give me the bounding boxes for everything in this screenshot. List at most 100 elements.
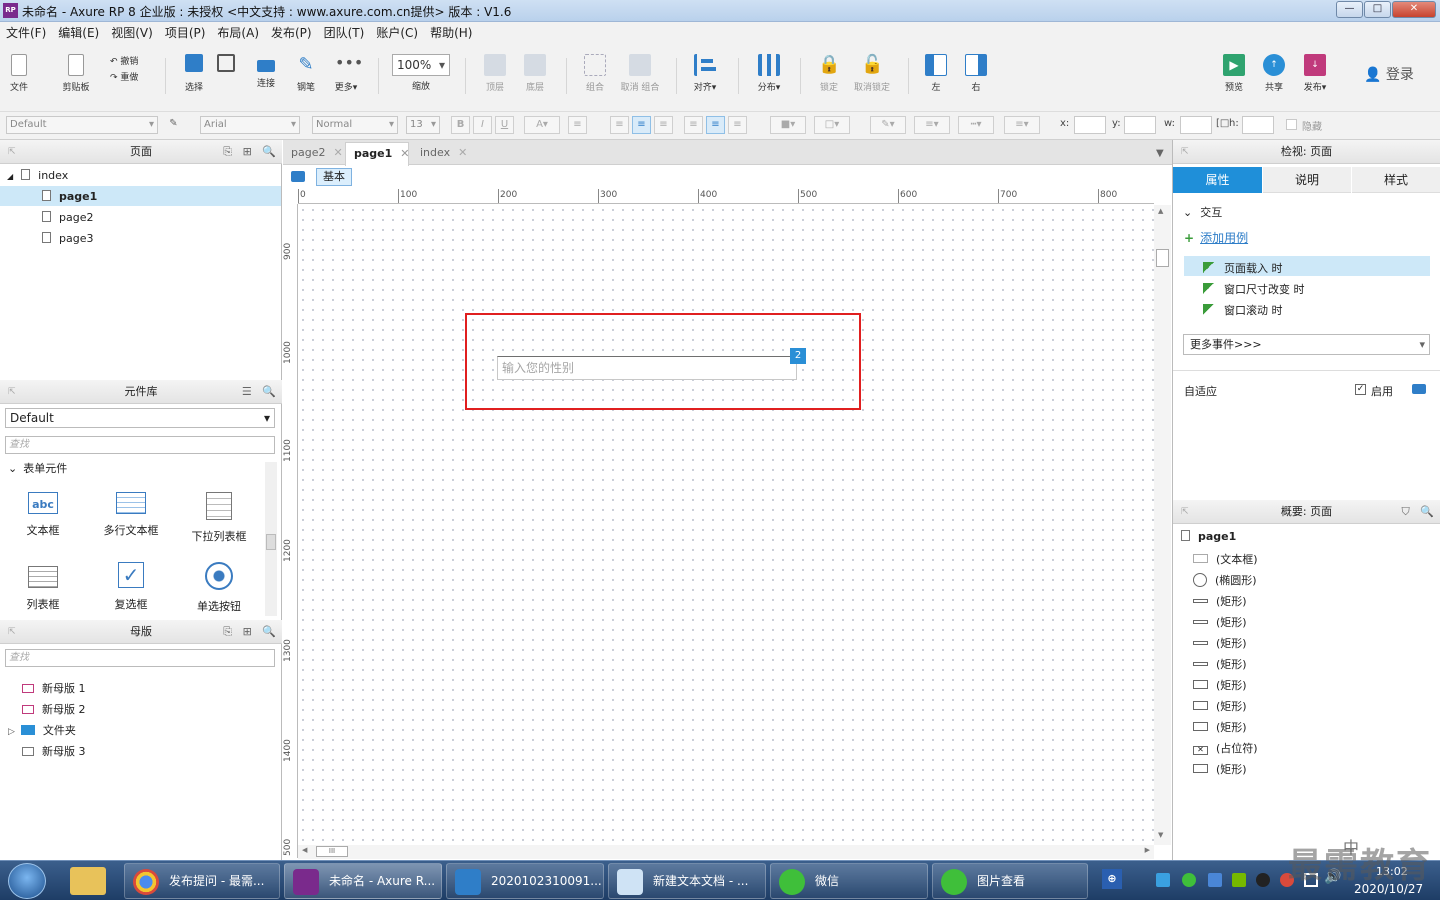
scroll-right-icon[interactable]: ▶: [1145, 846, 1150, 854]
bold-icon[interactable]: B: [451, 116, 470, 134]
file-explorer-icon[interactable]: [70, 867, 106, 895]
collapse-icon[interactable]: ◢: [7, 172, 13, 181]
tray-wechat-icon[interactable]: [1182, 873, 1196, 887]
outline-item[interactable]: (矩形): [1193, 761, 1247, 777]
menu-edit[interactable]: 编辑(E): [52, 22, 105, 44]
scroll-down-icon[interactable]: ▼: [1158, 831, 1163, 839]
search-icon[interactable]: 🔍: [1420, 505, 1434, 518]
select-contained-button[interactable]: [215, 54, 237, 72]
form-widgets-section[interactable]: ⌄ 表单元件: [8, 460, 67, 476]
h-input[interactable]: [1242, 116, 1274, 134]
close-icon[interactable]: ✕: [458, 146, 467, 159]
x-input[interactable]: [1074, 116, 1106, 134]
outline-item[interactable]: (椭圆形): [1193, 572, 1257, 588]
maximize-button[interactable]: □: [1364, 1, 1391, 18]
page-item-page1[interactable]: page1: [42, 190, 97, 203]
publish-button[interactable]: ↓ 发布▾: [1298, 54, 1332, 93]
add-case-link[interactable]: + 添加用例: [1184, 229, 1248, 246]
canvas-horizontal-scrollbar[interactable]: ◀ III ▶: [298, 845, 1154, 859]
interactions-section[interactable]: ⌄ 交互: [1183, 204, 1222, 220]
more-events-select[interactable]: 更多事件>>> ▾: [1183, 334, 1430, 355]
send-to-back-button[interactable]: 底层: [520, 54, 550, 93]
font-family-select[interactable]: Arial: [200, 116, 300, 134]
left-panel-toggle[interactable]: 左: [922, 54, 950, 93]
outline-item[interactable]: (矩形): [1193, 635, 1247, 651]
scrollbar-thumb[interactable]: [266, 534, 276, 550]
w-input[interactable]: [1180, 116, 1212, 134]
pin-icon[interactable]: ⇱: [8, 140, 16, 164]
valign-top-icon[interactable]: ≡: [684, 116, 703, 134]
pin-icon[interactable]: ⇱: [1181, 140, 1189, 164]
tree-root-index[interactable]: ◢ index: [7, 169, 68, 182]
share-button[interactable]: ↑ 共享: [1260, 54, 1288, 93]
pen-tool-button[interactable]: ✎ 钢笔: [292, 54, 320, 93]
style-editor-icon[interactable]: ✎: [164, 116, 183, 134]
italic-icon[interactable]: I: [473, 116, 492, 134]
master-folder[interactable]: ▷ 文件夹: [8, 722, 76, 738]
font-weight-select[interactable]: Normal: [312, 116, 398, 134]
outline-item[interactable]: (文本框): [1193, 551, 1258, 567]
widget-textarea[interactable]: 多行文本框: [96, 492, 166, 538]
bullet-list-icon[interactable]: ≡: [568, 116, 587, 134]
add-folder-icon[interactable]: ⊞: [243, 625, 252, 638]
tab-page2[interactable]: page2 ✕: [285, 143, 343, 165]
master-item-1[interactable]: 新母版 1: [22, 680, 86, 696]
valign-bottom-icon[interactable]: ≡: [728, 116, 747, 134]
align-text-left-icon[interactable]: ≡: [610, 116, 629, 134]
gender-text-input[interactable]: 输入您的性别: [497, 356, 797, 380]
library-scrollbar[interactable]: [265, 462, 277, 616]
search-icon[interactable]: 🔍: [262, 145, 276, 158]
tab-index[interactable]: index ✕: [414, 143, 470, 165]
tab-list-dropdown-icon[interactable]: ▼: [1156, 148, 1164, 159]
group-button[interactable]: 组合: [580, 54, 610, 93]
design-canvas[interactable]: [298, 205, 1154, 845]
align-text-right-icon[interactable]: ≡: [654, 116, 673, 134]
pin-icon[interactable]: ⇱: [8, 620, 16, 644]
zoom-control[interactable]: 100% ▾ 缩放: [392, 54, 450, 92]
menu-publish[interactable]: 发布(P): [265, 22, 318, 44]
tab-notes[interactable]: 说明: [1263, 167, 1351, 193]
page-item-page3[interactable]: page3: [42, 232, 93, 245]
zoom-select[interactable]: 100% ▾: [392, 54, 450, 76]
bring-to-front-button[interactable]: 顶层: [480, 54, 510, 93]
add-folder-icon[interactable]: ⊞: [243, 145, 252, 158]
outline-page[interactable]: page1: [1181, 530, 1236, 543]
underline-icon[interactable]: U: [495, 116, 514, 134]
align-text-center-icon[interactable]: ≡: [632, 116, 651, 134]
tab-page1[interactable]: page1 ✕: [345, 142, 410, 166]
unlock-button[interactable]: 🔓 取消锁定: [852, 54, 892, 93]
tab-properties[interactable]: 属性: [1173, 167, 1262, 193]
taskbar-item-chrome[interactable]: 发布提问 - 最需...: [124, 863, 280, 899]
undo-button[interactable]: ↶ 撤销: [110, 54, 150, 67]
master-item-2[interactable]: 新母版 2: [22, 701, 86, 717]
font-color-icon[interactable]: A▾: [524, 116, 560, 134]
outline-item[interactable]: (矩形): [1193, 656, 1247, 672]
scroll-left-icon[interactable]: ◀: [302, 846, 307, 854]
outline-item[interactable]: ✕ (占位符): [1193, 740, 1258, 756]
outline-item[interactable]: (矩形): [1193, 677, 1247, 693]
valign-middle-icon[interactable]: ≡: [706, 116, 725, 134]
menu-account[interactable]: 账户(C): [370, 22, 424, 44]
adaptive-views-icon[interactable]: [291, 171, 305, 182]
close-icon[interactable]: ✕: [400, 147, 409, 160]
outline-item[interactable]: (矩形): [1193, 593, 1247, 609]
outline-item[interactable]: (矩形): [1193, 698, 1247, 714]
taskbar-item-document[interactable]: 2020102310091...: [446, 863, 604, 899]
pin-icon[interactable]: ⇱: [8, 380, 16, 404]
connect-tool-button[interactable]: 连接: [252, 54, 280, 89]
y-input[interactable]: [1124, 116, 1156, 134]
font-size-select[interactable]: 13: [406, 116, 440, 134]
hidden-checkbox[interactable]: [1286, 119, 1297, 130]
preview-button[interactable]: ▶ 预览: [1220, 54, 1248, 93]
line-width-icon[interactable]: ≡▾: [914, 116, 950, 134]
more-tools-button[interactable]: ••• 更多▾: [330, 54, 364, 94]
align-button[interactable]: 对齐▾: [688, 54, 722, 93]
menu-view[interactable]: 视图(V): [105, 22, 159, 44]
widget-textbox[interactable]: abc 文本框: [8, 492, 78, 538]
close-icon[interactable]: ✕: [333, 146, 342, 159]
library-search-input[interactable]: 查找: [5, 436, 275, 454]
file-button[interactable]: 文件: [6, 54, 32, 93]
taskbar-item-notepad[interactable]: 新建文本文档 - ...: [608, 863, 766, 899]
tray-security-icon[interactable]: [1208, 873, 1222, 887]
lock-button[interactable]: 🔒 锁定: [812, 54, 846, 93]
